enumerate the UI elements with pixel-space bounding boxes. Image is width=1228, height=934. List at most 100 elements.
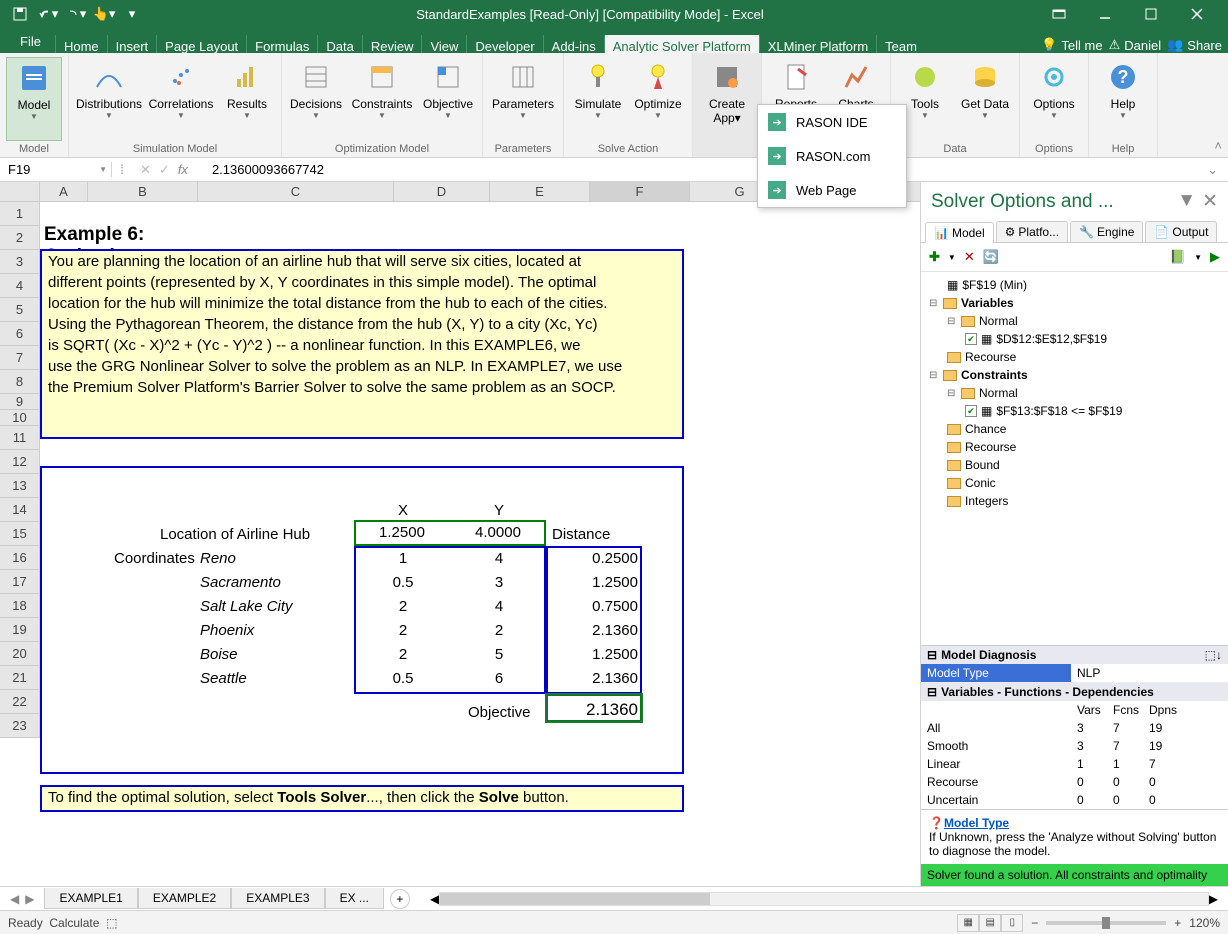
chevron-down-icon[interactable]: ▼ [99,165,107,174]
zoom-slider[interactable] [1046,921,1166,925]
row-header[interactable]: 5 [0,298,40,322]
col-header[interactable]: E [490,182,590,201]
tp-tab-model[interactable]: 📊Model [925,222,994,243]
save-icon[interactable] [8,3,32,25]
tree-var-range[interactable]: ✔▦ $D$12:$E$12,$F$19 [925,330,1224,348]
add-sheet-button[interactable]: + [390,889,410,909]
tree-recourse-cons[interactable]: Recourse [925,438,1224,456]
add-icon[interactable]: ✚ [929,249,940,265]
scroll-left-icon[interactable]: ◀ [430,892,439,906]
normal-view-button[interactable]: ▦ [957,914,979,932]
tab-home[interactable]: Home [55,35,107,53]
distributions-button[interactable]: Distributions▼ [75,57,143,141]
tree-normal-vars[interactable]: ⊟ Normal [925,312,1224,330]
refresh-icon[interactable]: 🔄 [983,249,999,265]
sheet-tab[interactable]: EXAMPLE3 [231,888,324,909]
tab-formulas[interactable]: Formulas [246,35,317,53]
row-header[interactable]: 17 [0,570,40,594]
simulate-button[interactable]: Simulate▼ [570,57,626,141]
diag-header[interactable]: ⊟Model Diagnosis⬚↓ [921,646,1228,664]
row-header[interactable]: 1 [0,202,40,226]
tab-view[interactable]: View [421,35,466,53]
results-button[interactable]: Results▼ [219,57,275,141]
maximize-icon[interactable] [1128,0,1174,28]
row-header[interactable]: 21 [0,666,40,690]
optimize-button[interactable]: Optimize▼ [630,57,686,141]
play-icon[interactable]: ▶ [1210,249,1220,265]
options-button[interactable]: Options▼ [1026,57,1082,141]
enter-icon[interactable]: ✓ [159,162,170,178]
row-header[interactable]: 14 [0,498,40,522]
col-header[interactable]: D [394,182,490,201]
page-layout-view-button[interactable]: ▤ [979,914,1001,932]
scroll-thumb[interactable] [440,893,710,905]
page-break-view-button[interactable]: ▯ [1001,914,1023,932]
touch-mode-icon[interactable]: 👆▾ [92,3,116,25]
tab-team[interactable]: Team [876,35,925,53]
row-header[interactable]: 12 [0,450,40,474]
collapse-ribbon-icon[interactable]: ˄ [1214,138,1222,153]
dropdown-item-rason-ide[interactable]: ➔RASON IDE [758,105,906,139]
info-link[interactable]: Model Type [944,816,1009,830]
row-header[interactable]: 22 [0,690,40,714]
sheet-tab[interactable]: EX ... [325,888,384,909]
row-header[interactable]: 8 [0,370,40,394]
model-button[interactable]: Model▼ [6,57,62,141]
get-data-button[interactable]: Get Data▼ [957,57,1013,141]
sheet-prev-icon[interactable]: ◀ [10,892,19,906]
status-calc[interactable]: Calculate [49,916,99,930]
row-header[interactable]: 7 [0,346,40,370]
tree-chance[interactable]: Chance [925,420,1224,438]
col-header[interactable]: B [88,182,198,201]
zoom-thumb[interactable] [1102,917,1110,929]
sheet-tab[interactable]: EXAMPLE1 [44,888,137,909]
row-header[interactable]: 2 [0,226,40,250]
tree-bound[interactable]: Bound [925,456,1224,474]
tab-page-layout[interactable]: Page Layout [156,35,246,53]
share-button[interactable]: 👥 Share [1167,37,1222,53]
taskpane-menu-icon[interactable]: ▼ [1177,190,1196,213]
horizontal-scrollbar[interactable]: ◀▶ [430,891,1218,907]
row-header[interactable]: 4 [0,274,40,298]
sheet-next-icon[interactable]: ▶ [25,892,34,906]
tell-me[interactable]: 💡 Tell me [1041,37,1102,53]
redo-icon[interactable]: ▾ [64,3,88,25]
parameters-button[interactable]: Parameters▼ [489,57,557,141]
tab-file[interactable]: File [6,30,55,53]
tree-constraints[interactable]: ⊟ Constraints [925,366,1224,384]
formula-input[interactable]: 2.13600093667742 [196,162,1207,177]
zoom-out-button[interactable]: − [1031,916,1038,930]
undo-icon[interactable]: ▾ [36,3,60,25]
tree-normal-cons[interactable]: ⊟ Normal [925,384,1224,402]
tab-analytic-solver[interactable]: Analytic Solver Platform [604,35,759,53]
minimize-icon[interactable] [1082,0,1128,28]
tree-recourse-vars[interactable]: Recourse [925,348,1224,366]
row-header[interactable]: 10 [0,410,40,426]
row-header[interactable]: 6 [0,322,40,346]
dropdown-item-rason-com[interactable]: ➔RASON.com [758,139,906,173]
tree-con-range[interactable]: ✔▦ $F$13:$F$18 <= $F$19 [925,402,1224,420]
tab-review[interactable]: Review [362,35,422,53]
row-header[interactable]: 3 [0,250,40,274]
row-header[interactable]: 18 [0,594,40,618]
tab-data[interactable]: Data [317,35,361,53]
scroll-right-icon[interactable]: ▶ [1209,892,1218,906]
tab-xlminer[interactable]: XLMiner Platform [759,35,876,53]
create-app-button[interactable]: CreateApp▾ [699,57,755,141]
row-header[interactable]: 11 [0,426,40,450]
col-header[interactable]: C [198,182,394,201]
sheet-tab[interactable]: EXAMPLE2 [138,888,231,909]
row-header[interactable]: 13 [0,474,40,498]
tab-add-ins[interactable]: Add-ins [543,35,604,53]
close-icon[interactable] [1174,0,1220,28]
tp-tab-engine[interactable]: 🔧Engine [1070,221,1143,242]
taskpane-close-icon[interactable]: ✕ [1202,190,1218,213]
decisions-button[interactable]: Decisions▼ [288,57,344,141]
user-badge[interactable]: ⚠ Daniel [1109,37,1162,53]
tree-variables[interactable]: ⊟ Variables [925,294,1224,312]
col-header[interactable]: F [590,182,690,201]
delete-icon[interactable]: ✕ [964,249,975,265]
grid-body[interactable]: 1234567891011121314151617181920212223 Ex… [0,202,920,886]
qat-customize-icon[interactable]: ▾ [120,3,144,25]
help-button[interactable]: ?Help▼ [1095,57,1151,141]
